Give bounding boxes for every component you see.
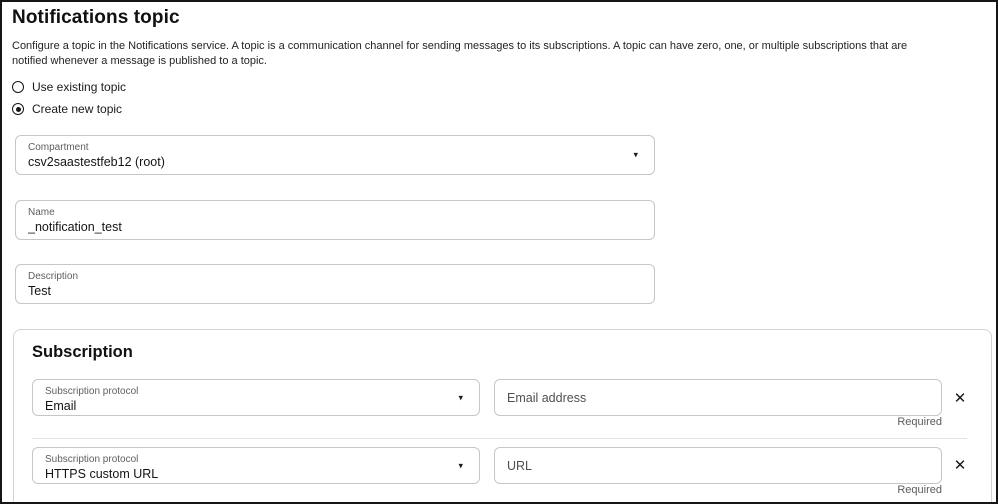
email-address-field[interactable] xyxy=(494,379,942,416)
subscription-row-divider xyxy=(32,438,967,439)
subscription-protocol-select-2[interactable]: Subscription protocol HTTPS custom URL ▾ xyxy=(32,447,480,484)
subscription-protocol-select-1[interactable]: Subscription protocol Email ▾ xyxy=(32,379,480,416)
subscription-protocol-value: HTTPS custom URL xyxy=(45,466,445,482)
remove-subscription-button-2[interactable]: ✕ xyxy=(947,452,973,478)
subscription-protocol-value: Email xyxy=(45,398,445,414)
compartment-select[interactable]: Compartment csv2saastestfeb12 (root) ▾ xyxy=(15,135,655,175)
description-label: Description xyxy=(28,270,620,283)
subscription-protocol-label: Subscription protocol xyxy=(45,453,445,466)
chevron-down-icon: ▾ xyxy=(633,151,638,160)
chevron-down-icon: ▾ xyxy=(458,461,463,470)
page-title: Notifications topic xyxy=(12,7,180,29)
notifications-topic-panel: Notifications topic Configure a topic in… xyxy=(0,0,998,504)
compartment-value: csv2saastestfeb12 (root) xyxy=(28,154,620,170)
radio-label: Create new topic xyxy=(32,102,122,116)
url-field[interactable] xyxy=(494,447,942,484)
radio-create-new-topic[interactable]: Create new topic xyxy=(12,102,122,116)
email-address-input[interactable] xyxy=(495,380,941,415)
description-field[interactable]: Description xyxy=(15,264,655,304)
radio-use-existing-topic[interactable]: Use existing topic xyxy=(12,80,126,94)
required-label: Required xyxy=(494,484,942,496)
description-input[interactable] xyxy=(28,283,620,299)
close-icon: ✕ xyxy=(954,456,967,474)
radio-label: Use existing topic xyxy=(32,80,126,94)
name-field[interactable]: Name xyxy=(15,200,655,240)
chevron-down-icon: ▾ xyxy=(458,393,463,402)
compartment-label: Compartment xyxy=(28,141,620,154)
name-input[interactable] xyxy=(28,219,620,235)
close-icon: ✕ xyxy=(954,389,967,407)
required-label: Required xyxy=(494,416,942,428)
subscription-protocol-label: Subscription protocol xyxy=(45,385,445,398)
radio-circle-icon xyxy=(12,81,24,93)
remove-subscription-button-1[interactable]: ✕ xyxy=(947,385,973,411)
subscription-heading: Subscription xyxy=(32,343,133,362)
url-input[interactable] xyxy=(495,448,941,483)
name-label: Name xyxy=(28,206,620,219)
radio-circle-selected-icon xyxy=(12,103,24,115)
page-description: Configure a topic in the Notifications s… xyxy=(12,39,932,69)
